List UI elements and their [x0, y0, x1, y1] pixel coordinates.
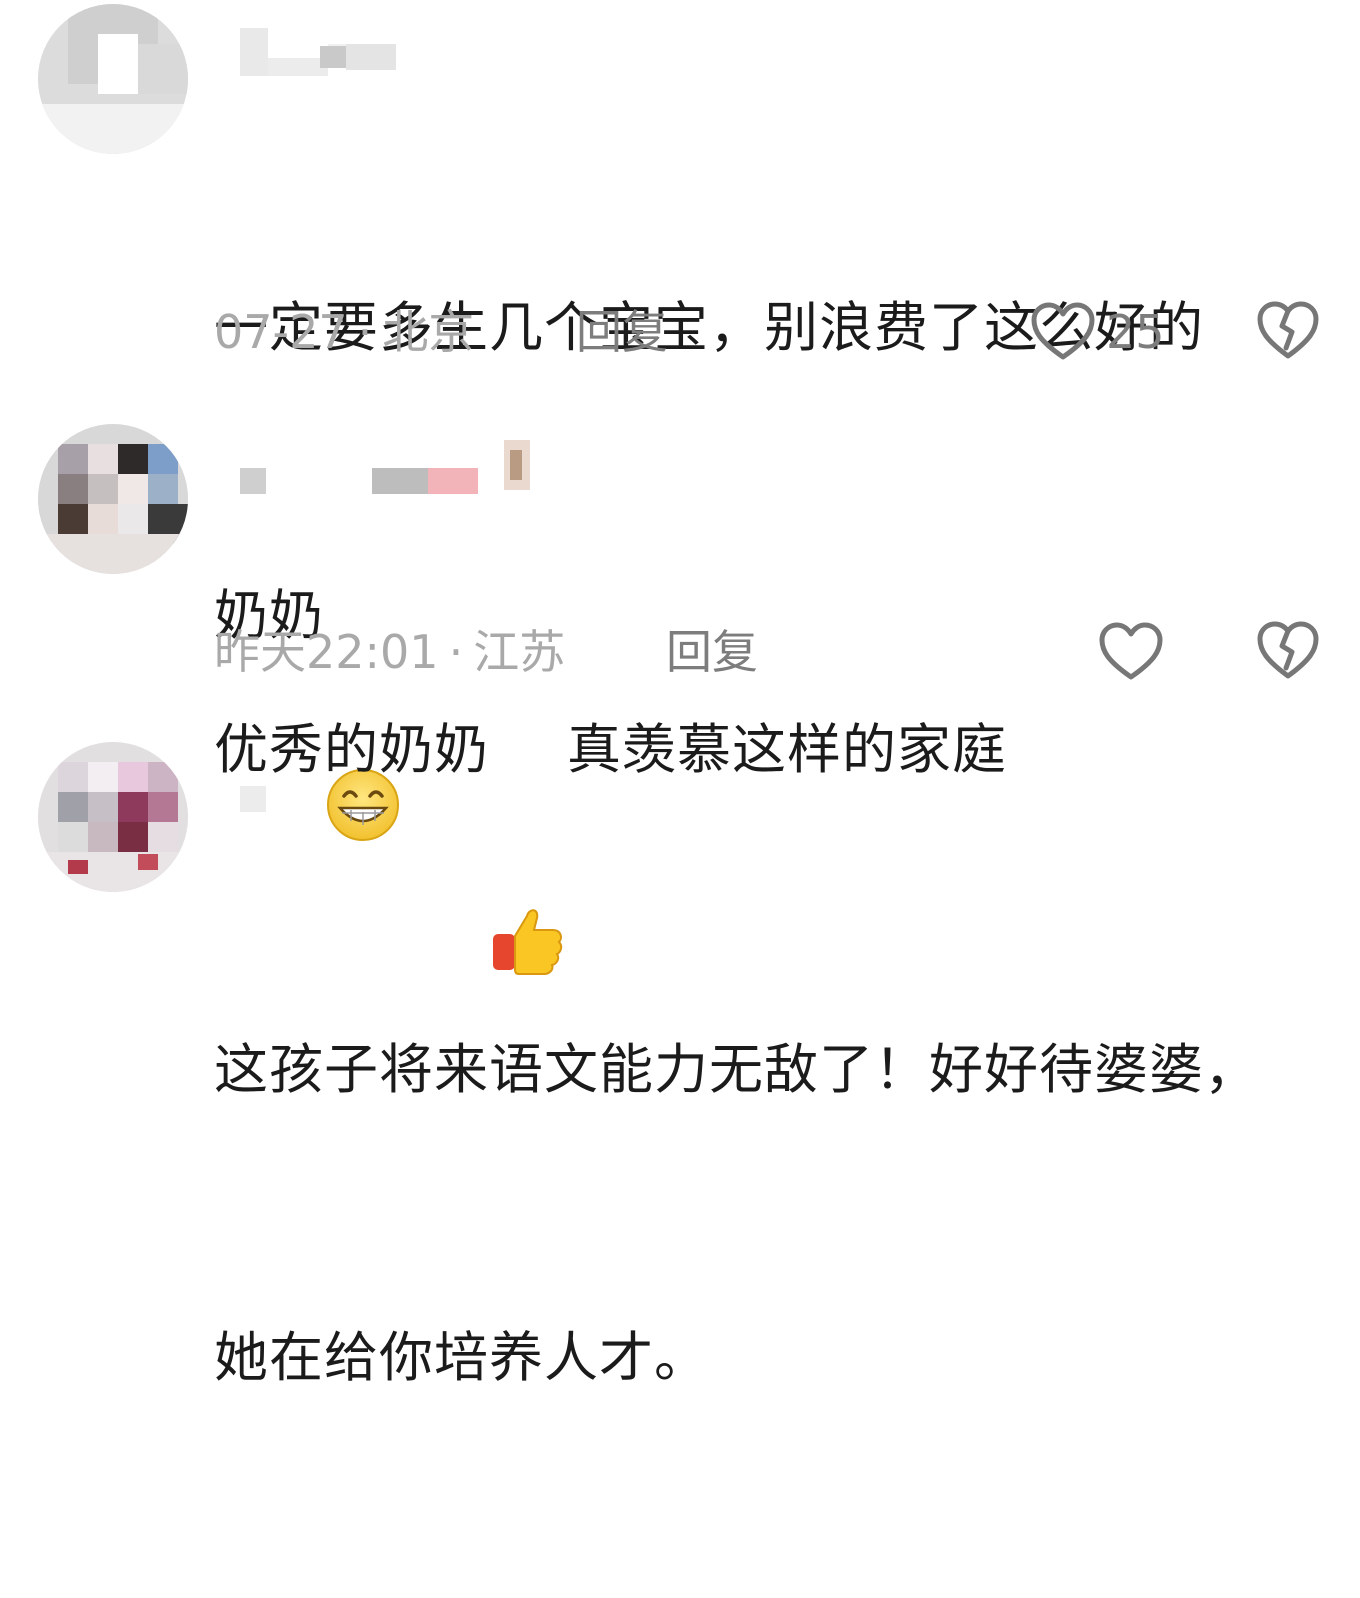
like-button[interactable]: 25 [1030, 300, 1165, 364]
avatar[interactable] [38, 742, 188, 892]
comment-location: 北京 [382, 305, 475, 359]
heart-outline-icon [1030, 301, 1096, 363]
username-blurred[interactable] [240, 440, 560, 494]
meta-separator: · [448, 625, 464, 679]
comment-text-line: 这孩子将来语文能力无敌了！好好待婆婆， [214, 1038, 1259, 1101]
comment-location: 江苏 [473, 625, 566, 679]
reply-button[interactable]: 回复 [576, 302, 668, 362]
comment-meta: 昨天22:01 · 江苏 [214, 622, 565, 682]
username-blurred[interactable] [240, 780, 560, 820]
meta-separator: · [357, 305, 373, 359]
heart-outline-icon [1098, 621, 1164, 683]
comment-text: 这孩子将来语文能力无敌了！好好待婆婆， 她在给你培养人才。 [214, 830, 1324, 1598]
comment-meta: 07-27 · 北京 [214, 302, 474, 362]
comment-text-before: 优秀的奶奶 [214, 718, 489, 781]
avatar[interactable] [38, 424, 188, 574]
like-button[interactable] [1098, 620, 1164, 684]
comment-date: 昨天22:01 [214, 625, 439, 679]
dislike-button[interactable] [1256, 300, 1320, 364]
reply-button[interactable]: 回复 [666, 622, 758, 682]
username-blurred[interactable] [240, 28, 560, 76]
comment-date: 07-27 [214, 305, 348, 359]
comment-text-after: 真羡慕这样的家庭 [567, 718, 1007, 781]
thumbs-up-emoji-icon [489, 708, 567, 976]
like-count: 25 [1106, 305, 1165, 359]
comment-text-line: 她在给你培养人才。 [214, 1326, 709, 1389]
broken-heart-icon [1256, 621, 1320, 686]
dislike-button[interactable] [1256, 620, 1320, 684]
avatar[interactable] [38, 4, 188, 154]
broken-heart-icon [1256, 301, 1320, 366]
